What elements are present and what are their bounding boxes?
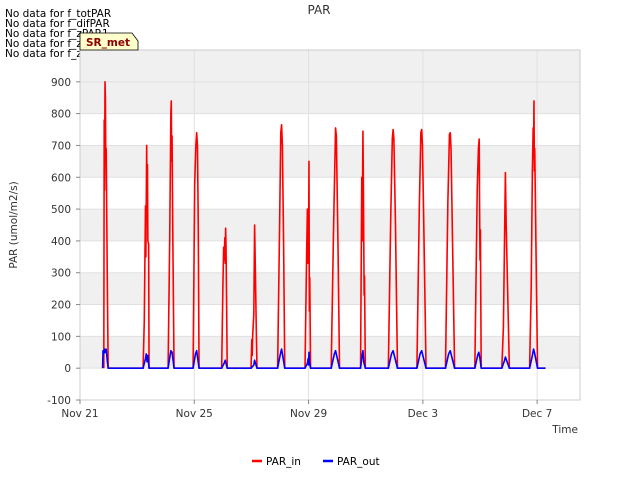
- chart-title: PAR: [307, 3, 330, 17]
- x-tick-label: Nov 29: [290, 408, 327, 420]
- x-tick-label: Dec 7: [522, 408, 552, 420]
- x-tick-label: Nov 21: [61, 408, 98, 420]
- x-tick-label: Nov 25: [176, 408, 213, 420]
- y-tick-label: -100: [47, 395, 71, 407]
- y-tick-label: 100: [51, 331, 71, 343]
- y-tick-label: 900: [51, 77, 71, 89]
- background-band: [80, 272, 580, 305]
- x-axis: Nov 21 Nov 25 Nov 29 Dec 3 Dec 7: [61, 400, 552, 420]
- y-tick-label: 800: [51, 109, 71, 121]
- x-axis-title: Time: [551, 424, 578, 436]
- y-tick-label: 400: [51, 236, 71, 248]
- background-band: [80, 336, 580, 369]
- y-tick-label: 700: [51, 140, 71, 152]
- y-tick-label: 300: [51, 268, 71, 280]
- y-tick-label: 500: [51, 204, 71, 216]
- legend-label: PAR_in: [266, 456, 301, 468]
- par-chart: -1000100200300400500600700800900 Nov 21 N…: [8, 3, 581, 468]
- background-band: [80, 50, 580, 82]
- legend-item: PAR_out: [323, 456, 380, 468]
- legend-item: PAR_in: [252, 456, 301, 468]
- y-tick-label: 200: [51, 300, 71, 312]
- x-tick-label: Dec 3: [408, 408, 438, 420]
- legend-label: PAR_out: [337, 456, 380, 468]
- y-axis-title: PAR (umol/m2/s): [8, 181, 20, 268]
- badge-label: SR_met: [86, 37, 130, 49]
- y-tick-label: 0: [64, 363, 71, 375]
- y-axis: -100 0 100 200 300 400 500 600 700 800 900: [47, 77, 80, 407]
- legend: PAR_in PAR_out: [252, 456, 380, 468]
- background-band: [80, 81, 580, 114]
- y-tick-label: 600: [51, 172, 71, 184]
- site-badge: SR_met: [79, 32, 139, 51]
